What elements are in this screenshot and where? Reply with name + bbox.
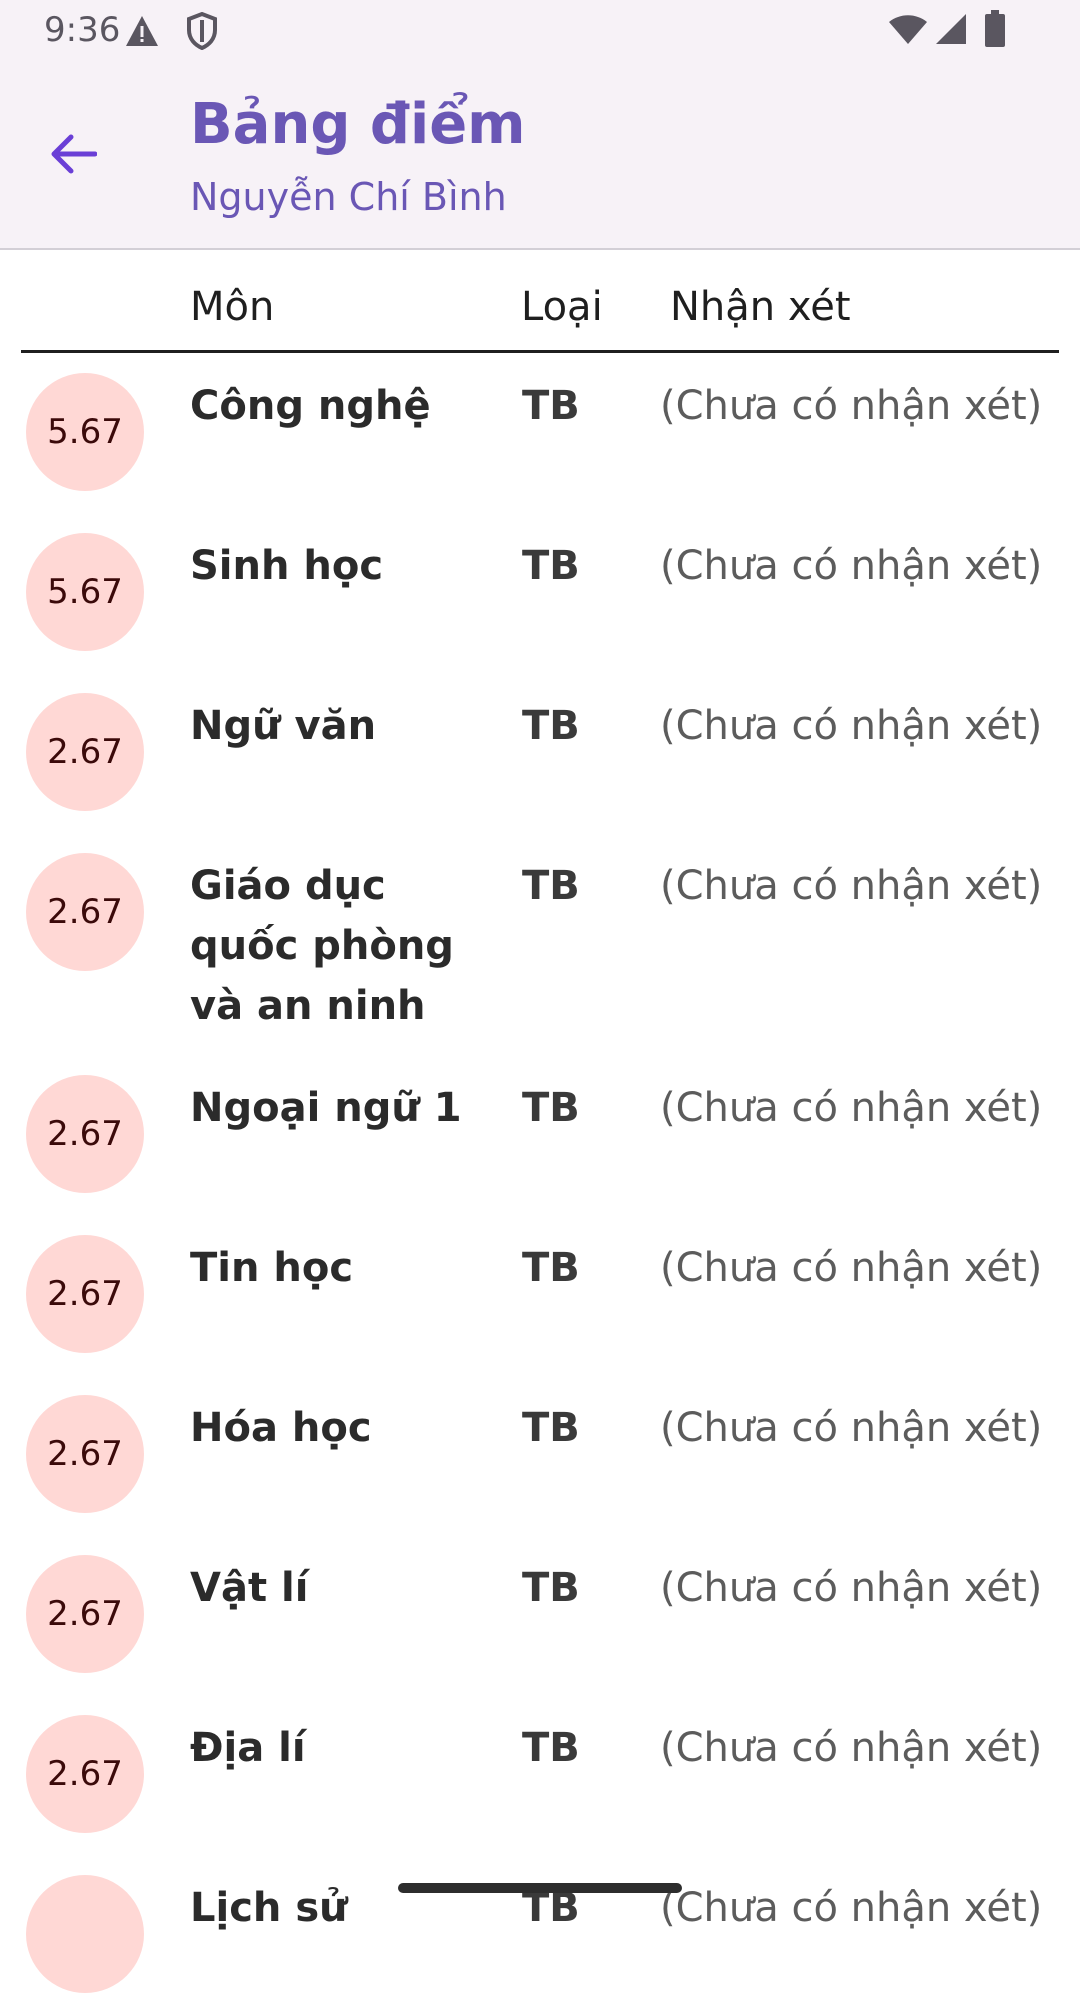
score-badge: 5.67 [26, 533, 144, 651]
subject-name: Ngoại ngữ 1 [190, 1085, 462, 1131]
arrow-left-icon [51, 134, 98, 178]
grade-type: TB [522, 543, 580, 589]
comment-text: (Chưa có nhận xét) [660, 1565, 1043, 1611]
battery-icon [984, 10, 1006, 52]
back-button[interactable] [38, 120, 110, 192]
score-badge: 2.67 [26, 1555, 144, 1673]
score-badge [26, 1875, 144, 1993]
table-row[interactable]: 2.67 Ngữ văn TB (Chưa có nhận xét) [0, 673, 1080, 833]
score-badge: 2.67 [26, 1075, 144, 1193]
table-row[interactable]: Lịch sử TB (Chưa có nhận xét) [0, 1855, 1080, 2015]
table-row[interactable]: 2.67 Ngoại ngữ 1 TB (Chưa có nhận xét) [0, 1055, 1080, 1215]
signal-icon [934, 12, 968, 50]
table-row[interactable]: 2.67 Địa lí TB (Chưa có nhận xét) [0, 1695, 1080, 1855]
table-row[interactable]: 2.67 Vật lí TB (Chưa có nhận xét) [0, 1535, 1080, 1695]
grades-list: 5.67 Công nghệ TB (Chưa có nhận xét) 5.6… [0, 353, 1080, 2015]
student-name: Nguyễn Chí Bình [190, 175, 507, 219]
subject-name: Hóa học [190, 1405, 372, 1451]
score-badge: 2.67 [26, 1395, 144, 1513]
shield-icon [186, 11, 218, 54]
grade-type: TB [522, 1725, 580, 1771]
wifi-icon [888, 14, 928, 50]
subject-name: Sinh học [190, 543, 384, 589]
comment-text: (Chưa có nhận xét) [660, 1725, 1043, 1771]
table-row[interactable]: 2.67 Hóa học TB (Chưa có nhận xét) [0, 1375, 1080, 1535]
column-header-subject: Môn [190, 284, 275, 330]
table-row[interactable]: 2.67 Tin học TB (Chưa có nhận xét) [0, 1215, 1080, 1375]
subject-name: Tin học [190, 1245, 354, 1291]
subject-name: Địa lí [190, 1725, 306, 1771]
score-badge: 2.67 [26, 853, 144, 971]
subject-name: Giáo dục quốc phòng và an ninh [190, 863, 454, 1029]
status-bar: 9:36 [0, 0, 1080, 62]
page-title: Bảng điểm [190, 92, 526, 157]
warning-icon [124, 14, 160, 52]
grade-type: TB [522, 703, 580, 749]
comment-text: (Chưa có nhận xét) [660, 1085, 1043, 1131]
table-row[interactable]: 5.67 Sinh học TB (Chưa có nhận xét) [0, 513, 1080, 673]
table-row[interactable]: 5.67 Công nghệ TB (Chưa có nhận xét) [0, 353, 1080, 513]
grade-type: TB [522, 863, 580, 909]
comment-text: (Chưa có nhận xét) [660, 543, 1043, 589]
score-badge: 2.67 [26, 693, 144, 811]
score-badge: 2.67 [26, 1715, 144, 1833]
grade-type: TB [522, 1245, 580, 1291]
comment-text: (Chưa có nhận xét) [660, 1245, 1043, 1291]
table-header: Môn Loại Nhận xét [21, 272, 1059, 353]
comment-text: (Chưa có nhận xét) [660, 863, 1043, 909]
column-header-comment: Nhận xét [670, 284, 851, 330]
comment-text: (Chưa có nhận xét) [660, 703, 1043, 749]
grade-type: TB [522, 1405, 580, 1451]
comment-text: (Chưa có nhận xét) [660, 1885, 1043, 1931]
score-badge: 2.67 [26, 1235, 144, 1353]
table-row[interactable]: 2.67 Giáo dục quốc phòng và an ninh TB (… [0, 833, 1080, 1055]
column-header-type: Loại [521, 284, 603, 330]
grade-type: TB [522, 1085, 580, 1131]
subject-name: Ngữ văn [190, 703, 377, 749]
status-time: 9:36 [44, 10, 121, 50]
subject-name: Vật lí [190, 1565, 309, 1611]
grade-type: TB [522, 383, 580, 429]
gesture-nav-handle[interactable] [398, 1883, 682, 1893]
comment-text: (Chưa có nhận xét) [660, 1405, 1043, 1451]
app-bar: Bảng điểm Nguyễn Chí Bình [0, 62, 1080, 250]
subject-name: Công nghệ [190, 383, 431, 429]
grade-type: TB [522, 1565, 580, 1611]
score-badge: 5.67 [26, 373, 144, 491]
comment-text: (Chưa có nhận xét) [660, 383, 1043, 429]
